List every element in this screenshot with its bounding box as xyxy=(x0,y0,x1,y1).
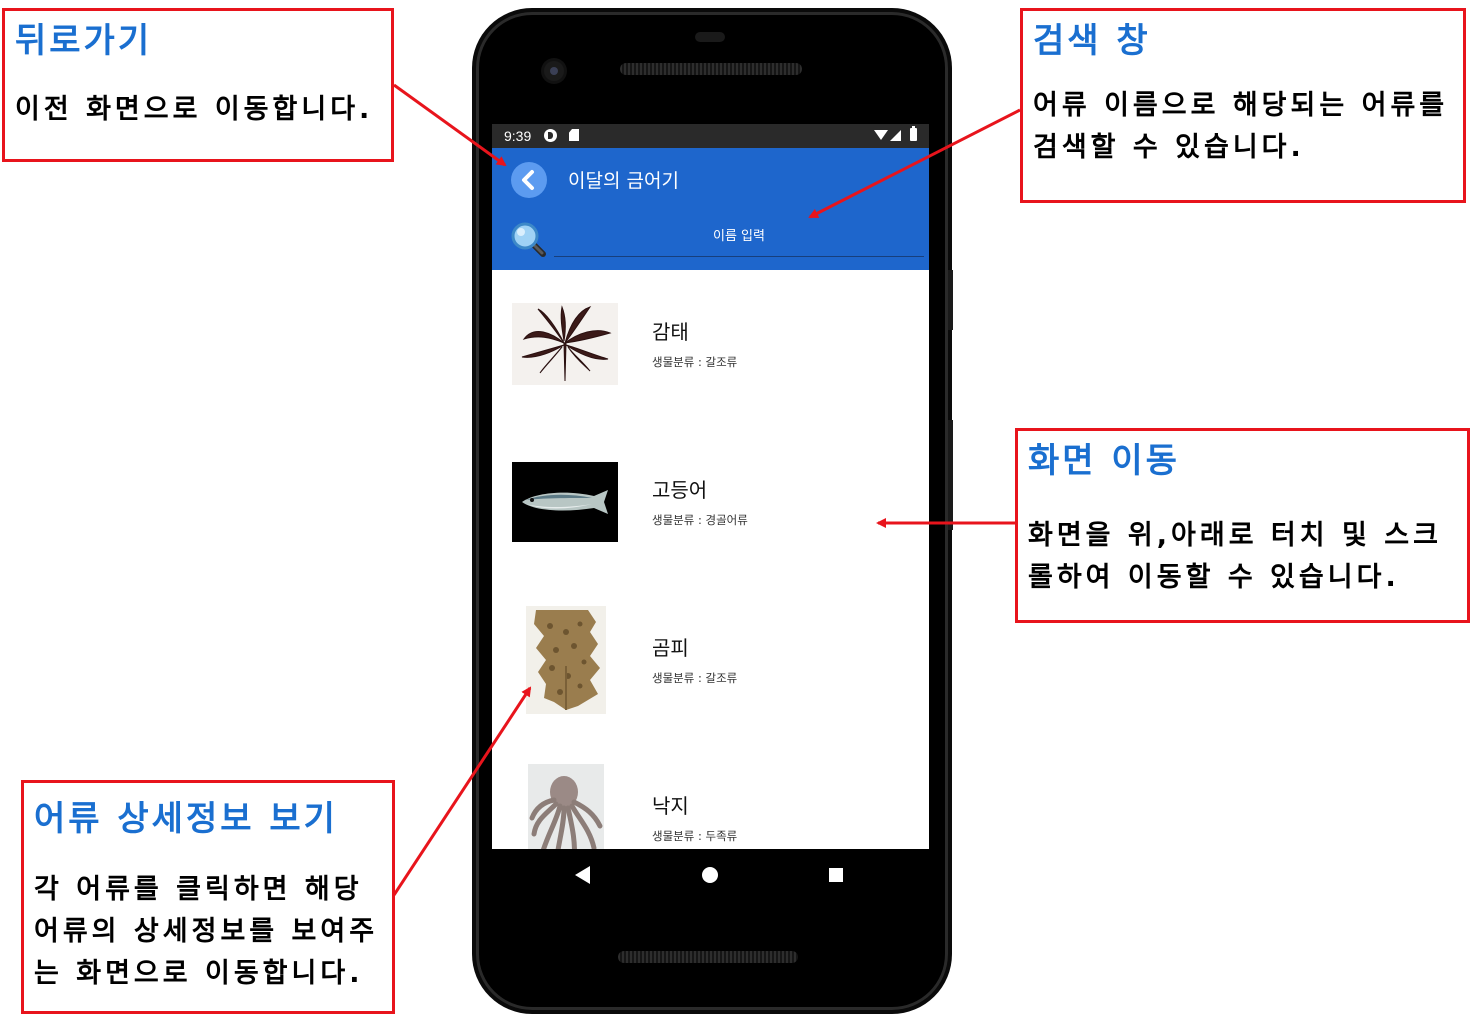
volume-button xyxy=(948,420,953,530)
battery-icon xyxy=(910,126,917,141)
list-item[interactable]: 감태 생물분류 : 갈조류 xyxy=(492,270,929,428)
annotation-scroll-body: 화면을 위,아래로 터치 및 스크롤하여 이동할 수 있습니다. xyxy=(1028,520,1442,593)
seaweed-image xyxy=(512,303,618,385)
back-button[interactable] xyxy=(511,162,547,198)
sd-card-icon xyxy=(569,129,579,141)
front-camera-icon xyxy=(544,61,564,81)
annotation-scroll-title: 화면 이동 xyxy=(1028,441,1180,481)
search-icon[interactable] xyxy=(509,220,549,260)
data-saver-icon xyxy=(544,129,557,142)
annotation-search-title: 검색 창 xyxy=(1033,21,1151,61)
list-item[interactable]: 고등어 생물분류 : 경골어류 xyxy=(492,428,929,586)
triangle-back-icon[interactable] xyxy=(575,866,590,884)
circle-home-icon[interactable] xyxy=(702,867,718,883)
item-name: 감태 xyxy=(652,320,689,344)
search-input[interactable] xyxy=(554,216,924,257)
kelp-image xyxy=(526,606,606,714)
item-name: 고등어 xyxy=(652,478,708,502)
square-recents-icon[interactable] xyxy=(829,868,843,882)
app-title: 이달의 금어기 xyxy=(568,170,679,192)
annotation-scroll: 화면 이동 화면을 위,아래로 터치 및 스크롤하여 이동할 수 있습니다. xyxy=(1015,428,1470,623)
status-bar: 9:39 xyxy=(492,124,929,148)
annotation-detail: 어류 상세정보 보기 각 어류를 클릭하면 해당 어류의 상세정보를 보여주는 … xyxy=(21,780,395,1014)
wifi-icon xyxy=(874,130,888,140)
item-classification: 생물분류 : 갈조류 xyxy=(652,355,738,369)
annotation-back-body: 이전 화면으로 이동합니다. xyxy=(15,94,374,125)
status-time: 9:39 xyxy=(504,128,532,144)
chevron-left-icon xyxy=(522,170,534,190)
annotation-back-title: 뒤로가기 xyxy=(15,21,153,61)
fish-list[interactable]: 감태 생물분류 : 갈조류 고등어 생물분류 : 경골어류 곰피 생물분류: … xyxy=(492,270,929,849)
annotation-detail-body: 각 어류를 클릭하면 해당 어류의 상세정보를 보여주는 화면으로 이동합니다. xyxy=(34,874,379,989)
list-item[interactable]: 곰피 생물분류 : 갈조류 xyxy=(492,586,929,744)
mackerel-image xyxy=(512,462,618,542)
item-classification: 생물분류 : 갈조류 xyxy=(652,671,738,685)
power-button xyxy=(948,270,953,330)
earpiece-speaker xyxy=(620,63,802,75)
annotation-search: 검색 창 어류 이름으로 해당되는 어류를 검색할 수 있습니다. xyxy=(1020,8,1466,203)
phone-screen: 9:39 이달의 금어기 이름 입력 감태 생물분류: 갈조류 고등어 생물분… xyxy=(492,124,929,849)
item-classification: 생물분류 : 경골어류 xyxy=(652,513,748,527)
proximity-sensor xyxy=(695,32,725,42)
annotation-back: 뒤로가기 이전 화면으로 이동합니다. xyxy=(2,8,394,162)
annotation-search-body: 어류 이름으로 해당되는 어류를 검색할 수 있습니다. xyxy=(1033,90,1449,163)
bottom-speaker xyxy=(618,951,798,963)
annotation-detail-title: 어류 상세정보 보기 xyxy=(34,799,338,839)
octopus-image xyxy=(528,764,604,849)
signal-icon xyxy=(890,130,901,141)
item-name: 낙지 xyxy=(652,794,689,818)
app-bar: 이달의 금어기 xyxy=(492,148,929,270)
item-classification: 생물분류 : 두족류 xyxy=(652,829,738,843)
item-name: 곰피 xyxy=(652,636,689,660)
list-item[interactable]: 낙지 생물분류 : 두족류 xyxy=(492,744,929,849)
